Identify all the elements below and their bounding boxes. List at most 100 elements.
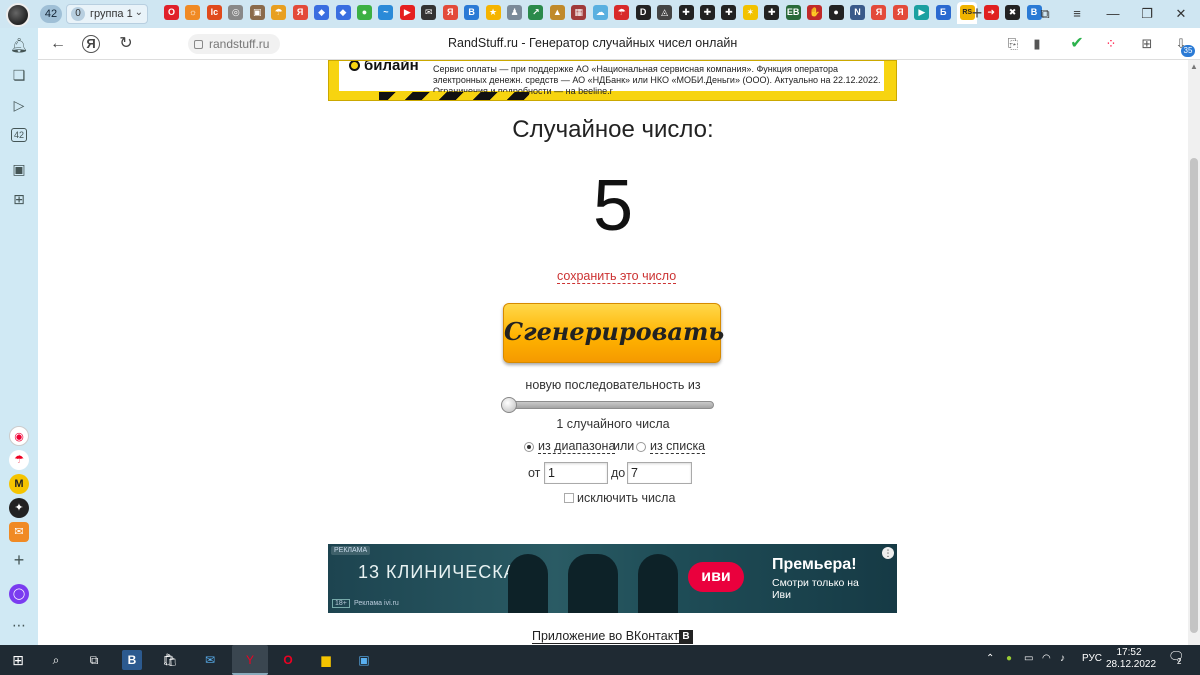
circle-tab-icon[interactable]: ●: [828, 5, 844, 20]
chart-tab-icon[interactable]: ↗: [528, 5, 544, 20]
plus2-tab-icon[interactable]: ✚: [699, 5, 715, 20]
windows-start-icon[interactable]: ⊞: [8, 650, 28, 670]
search-icon[interactable]: ⌕: [46, 650, 66, 670]
tab-group-selector[interactable]: 0 группа 1 ⌄: [66, 4, 148, 24]
generate-button[interactable]: Сгенерировать: [503, 303, 724, 363]
scroll-up-icon[interactable]: ▲: [1190, 62, 1198, 71]
tray-app-icon[interactable]: ●: [1006, 653, 1012, 664]
translate-icon[interactable]: ⎘: [1004, 35, 1022, 53]
bookmark-icon[interactable]: ▮: [1028, 35, 1046, 53]
tabs-count-icon[interactable]: 42: [11, 128, 27, 142]
url-field[interactable]: randstuff.ru: [188, 34, 280, 54]
plus-tab-icon[interactable]: ✚: [678, 5, 694, 20]
scroll-thumb[interactable]: [1190, 158, 1198, 633]
play-video-icon[interactable]: ▷: [10, 96, 28, 114]
green-tab-icon[interactable]: ●: [356, 5, 372, 20]
notifications-bell-icon[interactable]: 🔔︎: [10, 36, 28, 54]
sun-tab-icon[interactable]: ☼: [185, 5, 201, 20]
opera-tab-icon[interactable]: О: [164, 5, 179, 20]
more-dots-icon[interactable]: ⋯: [10, 616, 28, 634]
from-input[interactable]: 1: [544, 462, 608, 484]
umbrella-app-icon[interactable]: ☂: [9, 450, 29, 470]
wifi-icon[interactable]: ◠: [1042, 653, 1051, 664]
store-icon[interactable]: 🛍︎: [160, 650, 180, 670]
back-arrow-icon[interactable]: ←: [48, 34, 68, 54]
mail-tab-icon[interactable]: ✉: [421, 5, 437, 20]
list-mode-link[interactable]: из списка: [650, 439, 706, 454]
plus4-tab-icon[interactable]: ✚: [764, 5, 780, 20]
ivi-ad-banner[interactable]: РЕКЛАМА 13 КЛИНИЧЕСКАЯ иви Премьера! Смо…: [328, 544, 897, 613]
save-number-link[interactable]: сохранить это число: [557, 269, 677, 284]
exclude-checkbox[interactable]: [564, 493, 574, 503]
tab-count-badge[interactable]: 42: [40, 5, 62, 23]
language-indicator[interactable]: РУС: [1082, 653, 1102, 664]
minimize-button[interactable]: —: [1104, 5, 1122, 23]
hand-tab-icon[interactable]: ✋: [807, 5, 823, 20]
list-radio[interactable]: [636, 442, 646, 452]
photo-tab-icon[interactable]: ▲: [549, 5, 565, 20]
battery-icon[interactable]: ▭: [1024, 653, 1033, 664]
youtube-tab-icon[interactable]: ▶: [399, 5, 415, 20]
clock[interactable]: 17:52 28.12.2022: [1106, 647, 1156, 671]
box-tab-icon[interactable]: ▣: [249, 5, 265, 20]
new-tab-button[interactable]: +: [968, 4, 986, 23]
slider-handle[interactable]: [501, 397, 517, 413]
menu-icon[interactable]: ≡: [1068, 5, 1086, 23]
play-tab-icon[interactable]: ▶: [914, 5, 930, 20]
star-tab-icon[interactable]: ★: [485, 5, 501, 20]
eb-tab-icon[interactable]: EB: [785, 5, 801, 20]
beeline-ad-banner[interactable]: билайн Сервис оплаты — при поддержке АО …: [328, 60, 897, 101]
vk-tab-icon[interactable]: В: [464, 5, 480, 20]
cube2-tab-icon[interactable]: ◆: [335, 5, 351, 20]
collections-icon[interactable]: ⧉: [1036, 5, 1054, 23]
n-tab-icon[interactable]: N: [850, 5, 865, 20]
mail-app-icon[interactable]: ✉: [9, 522, 29, 542]
to-input[interactable]: 7: [627, 462, 692, 484]
app-icon-1[interactable]: ◉: [9, 426, 29, 446]
protect-check-icon[interactable]: ✔: [1068, 35, 1086, 53]
reload-icon[interactable]: ↻: [116, 34, 136, 54]
apps-grid-icon[interactable]: ⊞: [10, 190, 28, 208]
exclude-label[interactable]: исключить числа: [577, 491, 675, 505]
lc-tab-icon[interactable]: lc: [206, 5, 222, 20]
yandex2-tab-icon[interactable]: Я: [442, 5, 458, 20]
page-scrollbar[interactable]: ▲: [1188, 60, 1200, 645]
globe-tab-icon[interactable]: ◎: [228, 5, 244, 20]
d-tab-icon[interactable]: D: [635, 5, 651, 20]
screenshot-icon[interactable]: ▣: [10, 160, 28, 178]
arrow-tab-icon[interactable]: ◬: [657, 5, 673, 20]
wave-tab-icon[interactable]: ~: [378, 5, 394, 20]
red-tab-icon[interactable]: ☂: [614, 5, 630, 20]
add-app-icon[interactable]: +: [10, 551, 28, 569]
yandex3-tab-icon[interactable]: Я: [871, 5, 887, 20]
x-tab-icon[interactable]: ✖: [1005, 5, 1021, 20]
range-radio[interactable]: [524, 442, 534, 452]
star-app-icon[interactable]: ✦: [9, 498, 29, 518]
file-explorer-icon[interactable]: ▆: [316, 650, 336, 670]
person-tab-icon[interactable]: ♟: [507, 5, 522, 20]
count-slider[interactable]: [501, 397, 714, 413]
yandex-tab-icon[interactable]: Я: [292, 5, 308, 20]
tray-expand-icon[interactable]: ⌃: [986, 653, 994, 664]
alice-dots-icon[interactable]: ⁘: [1102, 35, 1120, 53]
vk-app-link[interactable]: Приложение во ВКонтакте: [532, 629, 686, 644]
yandex4-tab-icon[interactable]: Я: [892, 5, 908, 20]
task-view-icon[interactable]: ⧉: [84, 650, 104, 670]
close-window-button[interactable]: ✕: [1172, 5, 1190, 23]
cloud-tab-icon[interactable]: ☁: [592, 5, 608, 20]
market-app-icon[interactable]: M: [9, 474, 29, 494]
restore-button[interactable]: ❐: [1138, 5, 1156, 23]
b-tab-icon[interactable]: Б: [935, 5, 951, 20]
yandex-profile-icon[interactable]: [6, 3, 30, 27]
umbrella-tab-icon[interactable]: ☂: [271, 5, 287, 20]
cube-tab-icon[interactable]: ◆: [314, 5, 330, 20]
screen-tool-icon[interactable]: ▣: [354, 650, 374, 670]
plus3-tab-icon[interactable]: ✚: [721, 5, 737, 20]
image-tab-icon[interactable]: ▦: [571, 5, 587, 20]
collections-icon[interactable]: ❏: [10, 66, 28, 84]
alice-icon[interactable]: ◯: [9, 584, 29, 604]
vk-icon[interactable]: В: [679, 630, 693, 644]
opera-icon[interactable]: O: [278, 650, 298, 670]
sparkle-tab-icon[interactable]: ✶: [742, 5, 758, 20]
vk-messenger-icon[interactable]: B: [122, 650, 142, 670]
